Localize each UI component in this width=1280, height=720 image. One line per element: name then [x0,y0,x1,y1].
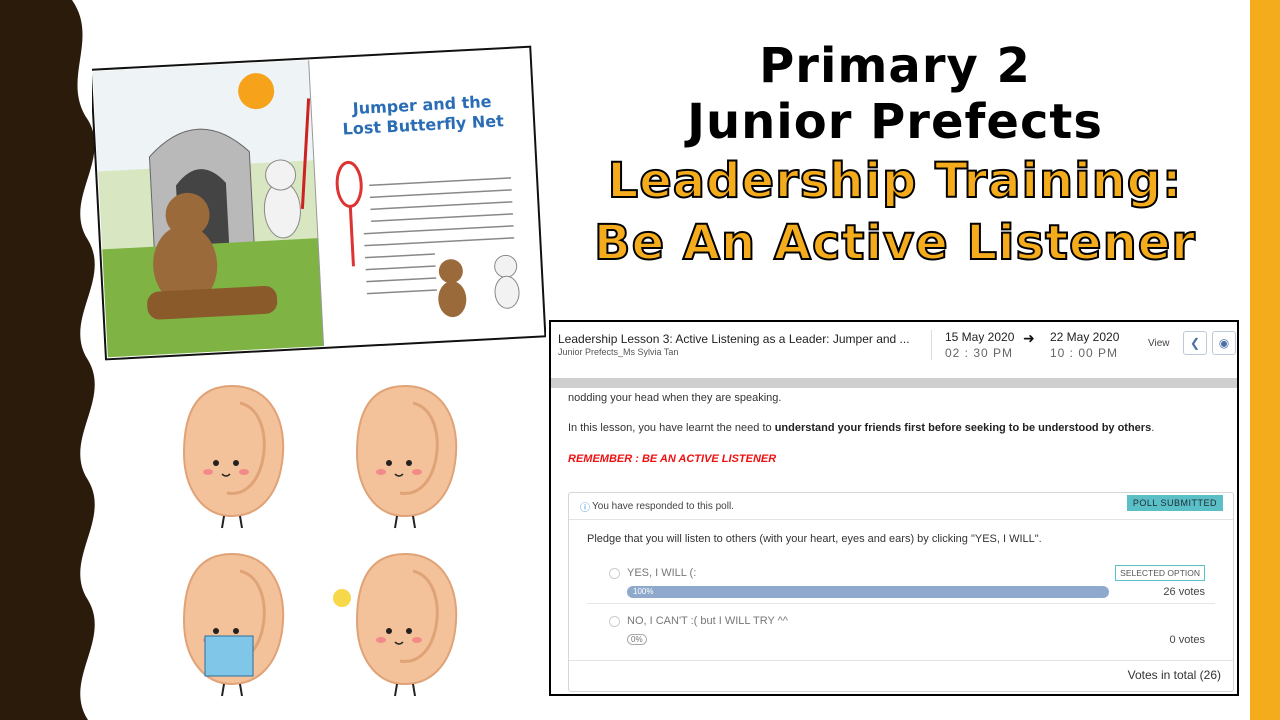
subtitle-line-2: Be An Active Listener [593,214,1196,272]
poll-status-message: You have responded to this poll. [592,501,734,512]
lesson-poll-panel: Leadership Lesson 3: Active Listening as… [549,320,1239,696]
arrow-right-icon: ➜ [1023,330,1035,346]
vote-percent: 100% [633,587,654,596]
poll-footer: Votes in total (26) [569,660,1233,691]
lesson-header: Leadership Lesson 3: Active Listening as… [551,322,1237,379]
vote-progress-bar: 100% [627,586,1109,598]
body-text-line: nodding your head when they are speaking… [568,392,782,404]
vote-count: 0 votes [1169,634,1205,646]
radio-button[interactable] [609,616,620,627]
view-label: View [1148,338,1170,349]
poll-question: Pledge that you will listen to others (w… [587,533,1042,545]
ear-characters-image [182,384,458,698]
poll-option-label: NO, I CAN'T :( but I WILL TRY ^^ [627,615,788,627]
header-divider [931,330,932,360]
scrollbar-track[interactable] [551,378,1237,388]
previous-button[interactable]: ❮ [1183,331,1207,355]
poll-option-label: YES, I WILL (: [627,567,697,579]
user-icon: ◉ [1218,336,1230,350]
lesson-group: Junior Prefects_Ms Sylvia Tan [558,347,679,357]
lesson-title[interactable]: Leadership Lesson 3: Active Listening as… [558,332,910,346]
body-text-suffix: . [1151,422,1155,434]
vote-percent: 0% [627,634,647,645]
title-line-1: Primary 2 [759,38,1031,94]
start-time: 02 : 30 PM [945,346,1014,360]
poll-header: ⓘ You have responded to this poll. POLL … [569,493,1233,520]
storybook-image: Jumper and the Lost Butterfly Net [92,45,546,361]
end-time: 10 : 00 PM [1050,346,1119,360]
remember-text: REMEMBER : BE AN ACTIVE LISTENER [568,453,777,465]
poll-submitted-badge: POLL SUBMITTED [1126,495,1223,511]
body-text-prefix: In this lesson, you have learnt the need… [568,422,775,434]
start-date: 15 May 2020 [945,330,1015,344]
slide-title: Primary 2 Junior Prefects Leadership Tra… [560,38,1230,274]
body-text-paragraph: In this lesson, you have learnt the need… [568,422,1154,434]
radio-button[interactable] [609,568,620,579]
info-icon: ⓘ [580,503,590,514]
accent-bar [1250,0,1280,720]
vote-count: 26 votes [1163,586,1205,598]
poll-card: ⓘ You have responded to this poll. POLL … [568,492,1234,692]
chevron-left-icon: ❮ [1189,336,1201,350]
user-menu-button[interactable]: ◉ [1212,331,1236,355]
body-text-bold: understand your friends first before see… [774,422,1152,434]
selected-option-badge: SELECTED OPTION [1115,565,1205,581]
title-line-2: Junior Prefects [687,94,1103,150]
subtitle-line-1: Leadership Training: [607,152,1183,210]
option-divider [587,603,1215,604]
end-date: 22 May 2020 [1050,330,1120,344]
votes-total: Votes in total (26) [1127,668,1221,682]
